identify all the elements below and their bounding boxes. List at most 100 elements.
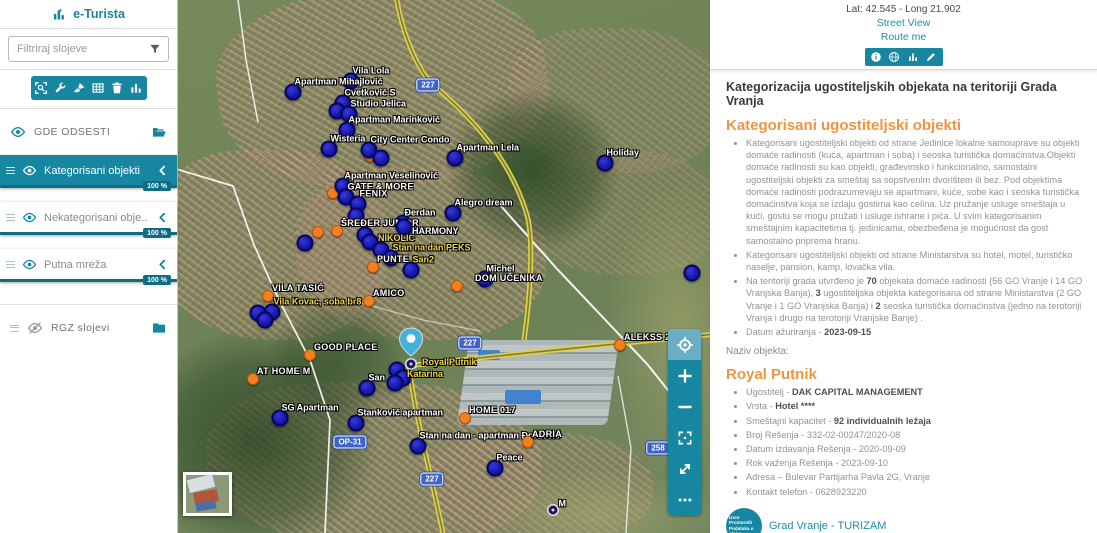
collapse-chevron-icon[interactable] <box>156 258 169 271</box>
marker-label: GOOD PLACE <box>314 342 378 352</box>
map-marker[interactable]: ŠREĐER JUNIOR <box>331 225 343 237</box>
more-button[interactable] <box>668 484 701 515</box>
application-window: e-Turista <box>0 0 1097 533</box>
map-marker[interactable]: DOM UČENIKA <box>451 280 463 292</box>
trash-icon[interactable] <box>109 80 126 97</box>
layer-card[interactable]: Putna mreža 100 % <box>0 249 177 282</box>
zoom-out-button[interactable] <box>668 391 701 422</box>
map-marker[interactable] <box>312 226 324 238</box>
preview-thumbnail[interactable] <box>183 472 232 516</box>
map-controls <box>668 329 701 515</box>
map-label: NIKOLIĆ <box>378 233 415 243</box>
panel-header: Lat: 42.545 - Long 21.902 Street View Ro… <box>710 0 1097 70</box>
source-link[interactable]: Grad Vranje - TURIZAM <box>769 520 886 532</box>
map-marker[interactable]: HOME 017 <box>459 412 471 424</box>
route-me-link[interactable]: Route me <box>710 31 1097 43</box>
marker-label: VILA TASIĆ <box>272 283 324 293</box>
map-marker[interactable] <box>373 150 390 167</box>
map-marker[interactable]: ADRIA <box>522 436 534 448</box>
eye-icon[interactable] <box>22 163 37 178</box>
folder-icon[interactable] <box>151 320 167 336</box>
layer-card[interactable]: Kategorisani objekti 100 % <box>0 155 177 188</box>
chart-icon[interactable] <box>128 80 145 97</box>
app-logo-icon <box>52 7 67 22</box>
map-marker[interactable]: Stan na dan - apartman Đorđević <box>410 438 427 455</box>
opacity-slider[interactable]: 100 % <box>0 232 177 235</box>
eye-icon[interactable] <box>22 257 37 272</box>
detail-bullet: Adresa – Bulevar Partijarha Pavla 2G, Vr… <box>746 471 1085 483</box>
info-bullet: Na teritoriji grada utvrđeno je 70 objek… <box>746 275 1085 324</box>
layer-filter-input[interactable] <box>8 36 169 62</box>
scan-search-icon[interactable] <box>33 80 50 97</box>
folder-open-icon[interactable] <box>151 124 167 140</box>
wrench-icon[interactable] <box>52 80 69 97</box>
map-marker[interactable]: ALEKSS 2016 <box>614 339 626 351</box>
map-marker[interactable] <box>297 235 314 252</box>
marker-label: Studio Jelica <box>351 99 407 109</box>
marker-label: Holiday <box>607 148 640 158</box>
chart-icon[interactable] <box>905 50 920 65</box>
map-marker[interactable]: Wisteria <box>321 141 338 158</box>
opacity-slider[interactable]: 100 % <box>0 279 177 282</box>
marker-dot <box>451 280 463 292</box>
marker-dot <box>387 375 404 392</box>
map-marker[interactable] <box>257 312 274 329</box>
map-marker[interactable]: VILA TASIĆ <box>262 290 274 302</box>
opacity-value: 100 % <box>143 181 171 191</box>
drag-handle-icon[interactable] <box>6 167 15 174</box>
drag-handle-icon[interactable] <box>6 261 15 268</box>
drag-handle-icon[interactable] <box>10 325 19 332</box>
map-marker[interactable] <box>387 375 404 392</box>
brush-icon[interactable] <box>71 80 88 97</box>
map-marker[interactable]: M <box>549 506 558 515</box>
map-marker[interactable]: Holiday <box>597 155 614 172</box>
detail-bullet: Kontakt telefon - 0628923220 <box>746 486 1085 498</box>
marker-dot <box>684 265 701 282</box>
layer-group-gde-odsesti[interactable]: GDE ODSESTI <box>0 115 177 149</box>
map-marker[interactable]: AT HOME M <box>247 373 259 385</box>
globe-icon[interactable] <box>887 50 902 65</box>
eye-icon[interactable] <box>10 124 26 140</box>
street-view-link[interactable]: Street View <box>710 17 1097 29</box>
opacity-slider[interactable]: 100 % <box>0 185 177 188</box>
edit-icon[interactable] <box>924 50 939 65</box>
eye-icon[interactable] <box>22 210 37 225</box>
detail-bullet: Broj Rešenja - 332-02-00247/2020-08 <box>746 429 1085 441</box>
road-shield: OP-31 <box>333 436 366 449</box>
collapse-chevron-icon[interactable] <box>156 164 169 177</box>
table-icon[interactable] <box>90 80 107 97</box>
drag-handle-icon[interactable] <box>6 214 15 221</box>
map-marker[interactable]: Apartman Lela <box>447 150 464 167</box>
layer-card[interactable]: Nekategorisani obje.. 100 % <box>0 202 177 235</box>
zoom-in-button[interactable] <box>668 360 701 391</box>
marker-label: Đerdan <box>405 208 436 218</box>
info-icon[interactable] <box>868 50 883 65</box>
collapse-chevron-icon[interactable] <box>156 211 169 224</box>
map-marker[interactable]: San2 <box>403 262 420 279</box>
map-marker[interactable]: SG Apartman <box>272 410 289 427</box>
geolocate-button[interactable] <box>668 329 701 360</box>
marker-label: AT HOME M <box>257 366 311 376</box>
map-marker[interactable]: AMICO <box>363 295 375 307</box>
map-marker[interactable]: Stanković apartman <box>348 415 365 432</box>
resize-button[interactable] <box>668 453 701 484</box>
map-marker[interactable]: Peace <box>487 460 504 477</box>
map-marker[interactable]: Apartman Mihajlović <box>285 84 302 101</box>
map-marker[interactable]: San <box>359 380 376 397</box>
map-canvas[interactable]: Vila Lola Apartman Mihajlović Cvetković … <box>178 0 710 533</box>
map-marker[interactable]: Alegro dream <box>445 205 462 222</box>
marker-label: San <box>369 373 386 383</box>
road-shield: 227 <box>416 79 439 92</box>
eye-off-icon[interactable] <box>27 320 43 336</box>
marker-label: Apartman Marinković <box>349 115 441 125</box>
layer-group-rgz-slojevi[interactable]: RGZ slojevi <box>0 311 177 345</box>
marker-label: AMICO <box>373 288 405 298</box>
map-marker[interactable] <box>684 265 701 282</box>
map-marker[interactable]: PUNTE <box>367 261 379 273</box>
detail-bullet: Smeštajni kapacitet - 92 individualnih l… <box>746 415 1085 427</box>
map-marker[interactable]: GOOD PLACE <box>304 349 316 361</box>
marker-label: Stan na dan PEKS <box>393 243 471 253</box>
marker-label: ADRIA <box>532 429 562 439</box>
fullscreen-button[interactable] <box>668 422 701 453</box>
app-title: e-Turista <box>73 7 125 21</box>
